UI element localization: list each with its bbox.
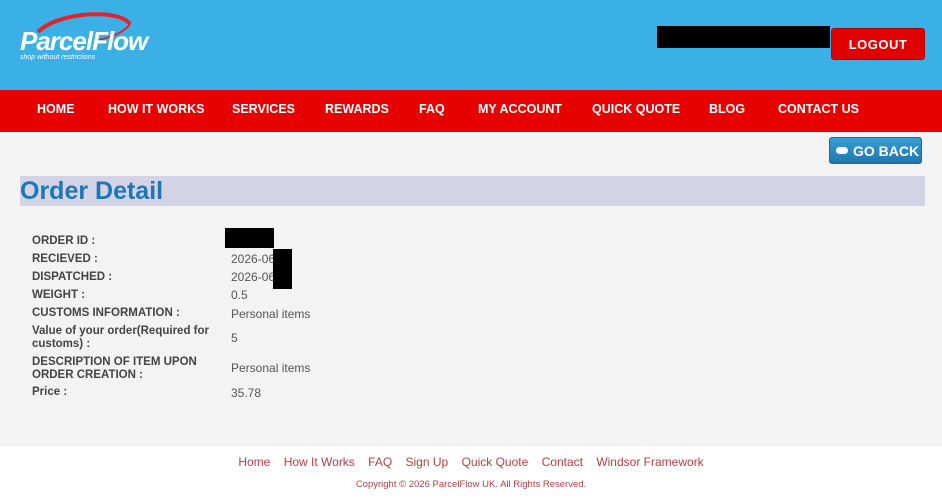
redacted-username: [657, 26, 830, 48]
footer-link-how-it-works[interactable]: How It Works: [284, 455, 355, 469]
dispatched-label: DISPATCHED :: [32, 271, 113, 283]
logo-text: ParcelFlow: [20, 26, 148, 56]
description-label: DESCRIPTION OF ITEM UPON ORDER CREATION …: [32, 356, 197, 381]
customs-info-value: Personal items: [231, 307, 311, 321]
logout-button[interactable]: LOGOUT: [831, 28, 925, 60]
description-value: Personal items: [231, 361, 311, 375]
footer-link-quick-quote[interactable]: Quick Quote: [462, 455, 529, 469]
order-value-label: Value of your order(Required for customs…: [32, 325, 209, 350]
go-back-label: GO BACK: [853, 142, 920, 159]
nav-contact-us[interactable]: CONTACT US: [778, 102, 859, 116]
footer-link-sign-up[interactable]: Sign Up: [406, 455, 449, 469]
customs-info-label: CUSTOMS INFORMATION :: [32, 307, 180, 319]
price-label: Price :: [32, 386, 68, 398]
copyright-text: Copyright © 2026 ParcelFlow UK. All Righ…: [355, 479, 587, 490]
nav-services[interactable]: SERVICES: [232, 102, 295, 116]
logo-tagline: shop without restrictions: [20, 54, 96, 61]
go-back-button[interactable]: GO BACK: [829, 137, 922, 164]
nav-my-account[interactable]: MY ACCOUNT: [478, 102, 562, 116]
footer-links: Home How It Works FAQ Sign Up Quick Quot…: [0, 455, 942, 469]
nav-quick-quote[interactable]: QUICK QUOTE: [592, 102, 680, 116]
back-arrow-icon: [836, 147, 848, 154]
order-value-value: 5: [231, 331, 238, 345]
footer: Home How It Works FAQ Sign Up Quick Quot…: [0, 446, 942, 500]
footer-link-home[interactable]: Home: [238, 455, 270, 469]
received-label: RECIEVED :: [32, 253, 98, 265]
parcelflow-logo[interactable]: ParcelFlow shop without restrictions: [18, 10, 158, 64]
footer-link-windsor-framework[interactable]: Windsor Framework: [596, 455, 703, 469]
footer-link-contact[interactable]: Contact: [542, 455, 583, 469]
received-value: 2026-06: [231, 252, 276, 266]
footer-link-faq[interactable]: FAQ: [368, 455, 392, 469]
header: ParcelFlow shop without restrictions LOG…: [0, 0, 942, 90]
main-nav: HOME HOW IT WORKS SERVICES REWARDS FAQ M…: [0, 90, 942, 132]
order-id-label: ORDER ID :: [32, 235, 96, 247]
redacted-order-id: [225, 228, 274, 248]
redacted-dates: [273, 249, 292, 289]
page-title: Order Detail: [20, 177, 164, 205]
nav-how-it-works[interactable]: HOW IT WORKS: [108, 102, 205, 116]
price-value: 35.78: [231, 386, 262, 400]
weight-label: WEIGHT :: [32, 289, 86, 301]
nav-faq[interactable]: FAQ: [419, 102, 445, 116]
nav-home[interactable]: HOME: [37, 102, 75, 116]
nav-blog[interactable]: BLOG: [709, 102, 745, 116]
nav-rewards[interactable]: REWARDS: [325, 102, 389, 116]
weight-value: 0.5: [231, 288, 248, 302]
title-bar: Order Detail: [20, 176, 925, 206]
dispatched-value: 2026-06: [231, 270, 276, 284]
